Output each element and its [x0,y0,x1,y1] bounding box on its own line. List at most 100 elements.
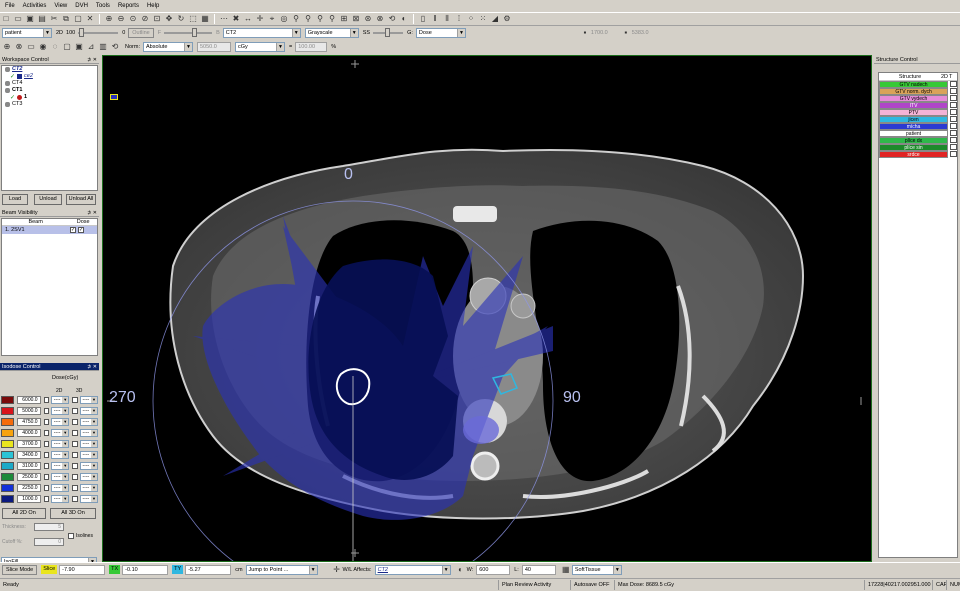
new-icon[interactable]: □ [1,14,11,24]
isodose-level-row[interactable]: 3100.0 ---- ▼ ---- ▼ [1,461,98,470]
isodose-2d-checkbox[interactable] [43,429,49,436]
isodose-3d-checkbox[interactable] [72,440,78,447]
structure-name[interactable]: jicen [879,116,949,123]
isodose-color-swatch[interactable] [1,439,15,448]
norm-value-field[interactable]: 5050.0 [196,41,231,52]
isodose-2d-checkbox[interactable] [43,484,49,491]
contour-icon[interactable]: ◌ [50,42,60,52]
slider-thumb[interactable] [79,27,85,37]
structure-row[interactable]: mícha [879,123,957,130]
save-icon[interactable]: ▣ [25,14,35,24]
outline-button[interactable]: Outline [128,27,154,38]
isodose-level-row[interactable]: 6000.0 ---- ▼ ---- ▼ [1,395,98,404]
jump-to-point-combo[interactable]: Jump to Point ... ▼ [245,564,318,575]
isodose-color-swatch[interactable] [1,483,15,492]
cut-icon[interactable]: ✂ [49,14,59,24]
y-field[interactable]: -5.27 [185,564,232,575]
lock-icon[interactable]: ▪ [580,28,590,38]
isodose-2d-checkbox[interactable] [43,462,49,469]
isodose-level-row[interactable]: 4750.0 ---- ▼ ---- ▼ [1,417,98,426]
cross-icon[interactable]: ✖ [231,14,241,24]
magnify-minus-icon[interactable]: ⚲ [315,14,325,24]
ss-slider[interactable] [373,27,404,37]
isodose-3d-style-combo[interactable]: ---- ▼ [79,494,98,503]
target-icon[interactable]: ◎ [279,14,289,24]
isodose-line-style-combo[interactable]: ---- ▼ [50,395,70,404]
isodose-color-swatch[interactable] [1,494,15,503]
isodose-value-field[interactable]: 4000.0 [17,428,41,437]
grid-icon[interactable]: ▦ [200,14,210,24]
select-icon[interactable]: ⬚ [188,14,198,24]
pin-close-icon[interactable]: ⊅ ✕ [87,363,97,371]
structure-name[interactable]: ITV [879,102,949,109]
opacity-slider[interactable] [78,27,119,37]
slider-thumb[interactable] [385,27,391,37]
contrast-icon[interactable]: ◐ [456,565,466,575]
isodose-3d-checkbox[interactable] [72,495,78,502]
slider-thumb[interactable] [192,27,198,37]
pan-icon[interactable]: ✥ [164,14,174,24]
isodose-value-field[interactable]: 5000.0 [17,406,41,415]
structure-row[interactable]: GTV norm. dych [879,88,957,95]
isodose-2d-checkbox[interactable] [43,440,49,447]
layout-triple-icon[interactable]: ⫴ [442,14,452,24]
isodose-value-field[interactable]: 2500.0 [17,472,41,481]
structure-name[interactable]: srdce [879,151,949,158]
beam-row[interactable]: 1. 2SV1 ✓ ✓ [2,226,97,234]
structure-2d-checkbox[interactable] [950,130,957,136]
isodose-3d-checkbox[interactable] [72,429,78,436]
g-combo[interactable]: Dose ▼ [415,27,466,38]
isodose-level-row[interactable]: 3400.0 ---- ▼ ---- ▼ [1,450,98,459]
crosshair-icon[interactable]: ✛ [332,565,342,575]
zoom-reset-icon[interactable]: ⊘ [140,14,150,24]
dose-icon[interactable]: ⊗ [14,42,24,52]
iso-icon[interactable]: ⊕ [2,42,12,52]
rotate-icon[interactable]: ↻ [176,14,186,24]
tree-item-ct1[interactable]: CT1 [2,87,97,94]
menu-help[interactable]: Help [143,0,163,12]
isodose-line-style-combo[interactable]: ---- ▼ [50,450,70,459]
unload-all-button[interactable]: Unload All [66,194,96,205]
isodose-value-field[interactable]: 2250.0 [17,483,41,492]
tree-item-ce2[interactable]: ✓ ce2 [2,73,97,80]
thickness-field[interactable]: 5 [34,523,64,531]
isodose-2d-checkbox[interactable] [43,396,49,403]
structure-2d-checkbox[interactable] [950,88,957,94]
isodose-level-row[interactable]: 4000.0 ---- ▼ ---- ▼ [1,428,98,437]
isodose-color-swatch[interactable] [1,472,15,481]
dvh-icon[interactable]: ⊿ [86,42,96,52]
isodose-line-style-combo[interactable]: ---- ▼ [50,439,70,448]
delete-icon[interactable]: ✕ [85,14,95,24]
color-box-icon[interactable]: ▪ [621,28,631,38]
menu-activities[interactable]: Activities [19,0,51,12]
structure-2d-checkbox[interactable] [950,151,957,157]
isodose-level-row[interactable]: 5000.0 ---- ▼ ---- ▼ [1,406,98,415]
all-3d-on-button[interactable]: All 3D On [50,508,96,519]
structure-name[interactable]: mícha [879,123,949,130]
tree-item-ct3[interactable]: CT3 [2,101,97,108]
tree-item-ct4[interactable]: CT4 [2,80,97,87]
isodose-line-style-combo[interactable]: ---- ▼ [50,472,70,481]
layout-quad-icon[interactable]: ⁞ [454,14,464,24]
ruler-icon[interactable]: ⋯ [219,14,229,24]
x-field[interactable]: -0.10 [122,564,169,575]
menu-dvh[interactable]: DVH [71,0,92,12]
layout-single-icon[interactable]: ▯ [418,14,428,24]
isodose-value-field[interactable]: 4750.0 [17,417,41,426]
rotate-view-icon[interactable]: ⟲ [387,14,397,24]
magnify-icon[interactable]: ⚲ [291,14,301,24]
structure-name[interactable]: GTV vydech [879,95,949,102]
reset-icon[interactable]: ⟲ [110,42,120,52]
slope-icon[interactable]: ◢ [490,14,500,24]
isodose-3d-style-combo[interactable]: ---- ▼ [79,395,98,404]
structure-name[interactable]: PTV [879,109,949,116]
isodose-color-swatch[interactable] [1,417,15,426]
isodose-3d-checkbox[interactable] [72,473,78,480]
level-field[interactable]: 40 [521,564,556,575]
histogram-icon[interactable]: ▥ [98,42,108,52]
ct-viewer[interactable]: 0 270 90 [102,55,872,562]
layout-split-icon[interactable]: ‖ [430,14,440,24]
structure-2d-checkbox[interactable] [950,123,957,129]
beam-dose-checkbox[interactable]: ✓ [78,227,84,233]
structure-name[interactable]: GTV norm. dych [879,88,949,95]
